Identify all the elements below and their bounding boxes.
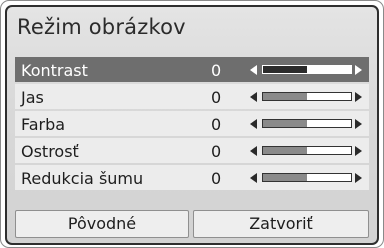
setting-value: 0: [211, 142, 222, 161]
arrow-right-icon[interactable]: [355, 146, 362, 156]
button-bar: Pôvodné Zatvoriť: [15, 210, 369, 238]
level-slider[interactable]: [262, 146, 352, 155]
reset-button[interactable]: Pôvodné: [15, 210, 189, 238]
level-slider[interactable]: [262, 173, 352, 182]
setting-row-jas[interactable]: Jas 0: [15, 84, 369, 109]
setting-label: Redukcia šumu: [21, 169, 144, 188]
arrow-right-icon[interactable]: [355, 92, 362, 102]
setting-row-ostrost[interactable]: Ostrosť 0: [15, 138, 369, 163]
level-slider[interactable]: [262, 119, 352, 128]
dialog-title: Režim obrázkov: [17, 15, 186, 39]
setting-value: 0: [211, 115, 222, 134]
setting-label: Kontrast: [21, 61, 88, 80]
slider-fill: [263, 174, 307, 181]
setting-label: Ostrosť: [21, 142, 79, 161]
setting-value: 0: [211, 169, 222, 188]
setting-row-redukcia-sumu[interactable]: Redukcia šumu 0: [15, 165, 369, 190]
close-button[interactable]: Zatvoriť: [193, 210, 369, 238]
arrow-left-icon[interactable]: [250, 173, 257, 183]
outer-frame: Režim obrázkov Kontrast 0 Jas 0 Farba 0: [0, 0, 384, 248]
setting-row-farba[interactable]: Farba 0: [15, 111, 369, 136]
arrow-right-icon[interactable]: [355, 65, 362, 75]
arrow-right-icon[interactable]: [355, 119, 362, 129]
arrow-left-icon[interactable]: [250, 146, 257, 156]
setting-row-kontrast[interactable]: Kontrast 0: [15, 57, 369, 82]
setting-value: 0: [211, 88, 222, 107]
arrow-left-icon[interactable]: [250, 65, 257, 75]
level-slider[interactable]: [262, 92, 352, 101]
arrow-left-icon[interactable]: [250, 119, 257, 129]
slider-fill: [263, 66, 307, 73]
slider-fill: [263, 120, 307, 127]
setting-label: Jas: [21, 88, 44, 107]
picture-mode-dialog: Režim obrázkov Kontrast 0 Jas 0 Farba 0: [5, 5, 379, 245]
slider-fill: [263, 93, 307, 100]
settings-list: Kontrast 0 Jas 0 Farba 0 Ostrosť 0 Reduk…: [15, 57, 369, 192]
arrow-right-icon[interactable]: [355, 173, 362, 183]
setting-label: Farba: [21, 115, 66, 134]
level-slider[interactable]: [262, 65, 352, 74]
setting-value: 0: [211, 61, 222, 80]
slider-fill: [263, 147, 307, 154]
arrow-left-icon[interactable]: [250, 92, 257, 102]
